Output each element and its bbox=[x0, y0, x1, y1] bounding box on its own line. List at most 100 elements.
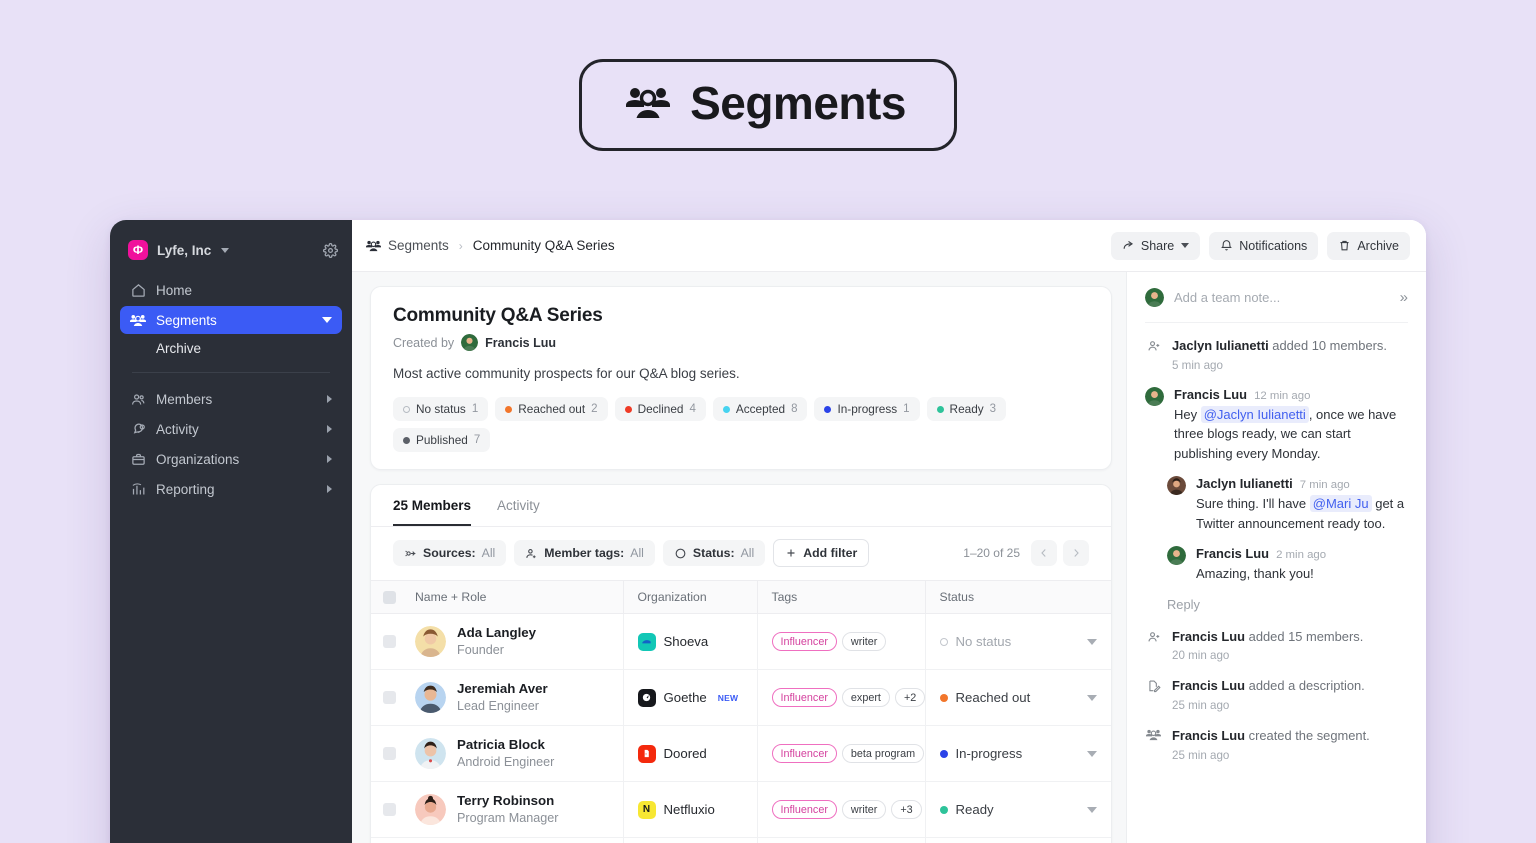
tag-influencer[interactable]: Influencer bbox=[771, 632, 837, 651]
member-cell: Jeremiah Aver Lead Engineer bbox=[401, 669, 624, 726]
tag[interactable]: writer bbox=[841, 800, 887, 819]
chevron-down-icon[interactable] bbox=[1087, 806, 1097, 813]
gear-icon[interactable] bbox=[323, 242, 338, 258]
status-cell[interactable]: Ready bbox=[925, 781, 1111, 838]
select-all-checkbox[interactable] bbox=[383, 590, 396, 604]
sidebar-item-label: Home bbox=[156, 282, 193, 298]
chevron-down-icon[interactable] bbox=[1087, 694, 1097, 701]
status-badge[interactable]: Accepted 8 bbox=[712, 397, 808, 421]
sidebar-divider bbox=[132, 372, 330, 373]
archive-button[interactable]: Archive bbox=[1327, 231, 1410, 260]
avatar bbox=[415, 794, 446, 825]
breadcrumb-root[interactable]: Segments bbox=[388, 238, 449, 253]
hero-banner: Segments bbox=[0, 0, 1536, 210]
segments-group-icon bbox=[366, 240, 381, 252]
activity-entry: Francis Luu added a description. 25 min … bbox=[1145, 677, 1408, 712]
row-checkbox[interactable] bbox=[383, 747, 396, 760]
status-cell[interactable]: Reached out bbox=[925, 669, 1111, 726]
notifications-button[interactable]: Notifications bbox=[1209, 231, 1319, 260]
row-checkbox[interactable] bbox=[383, 803, 396, 816]
mention-chip[interactable]: @Jaclyn Iulianetti bbox=[1200, 405, 1309, 423]
pagination-next-button[interactable] bbox=[1063, 540, 1089, 566]
sidebar-item-archive[interactable]: Archive bbox=[120, 336, 342, 362]
message-author: Jaclyn Iulianetti bbox=[1196, 476, 1293, 492]
body-split: Community Q&A Series Created by Francis … bbox=[352, 272, 1426, 843]
members-table-card: 25 Members Activity Sources: All Member … bbox=[370, 484, 1112, 843]
avatar bbox=[1145, 386, 1164, 406]
status-dot-icon bbox=[722, 405, 730, 413]
notifications-label: Notifications bbox=[1239, 238, 1308, 253]
sidebar-item-members[interactable]: Members bbox=[120, 385, 342, 413]
member-name: Ada Langley bbox=[457, 624, 537, 640]
tab-members[interactable]: 25 Members bbox=[393, 498, 472, 526]
sources-icon bbox=[404, 547, 417, 560]
tab-activity[interactable]: Activity bbox=[497, 498, 540, 526]
status-badge[interactable]: No status 1 bbox=[393, 397, 489, 421]
app-window: Ф Lyfe, Inc Home Segments Archive Member… bbox=[110, 220, 1426, 843]
sidebar-item-reporting[interactable]: Reporting bbox=[120, 475, 342, 503]
table-row[interactable]: Patricia Block Android Engineer Doored I… bbox=[371, 725, 1111, 782]
tag-influencer[interactable]: Influencer bbox=[771, 800, 837, 819]
chevron-left-icon bbox=[1041, 549, 1046, 557]
pagination-prev-button[interactable] bbox=[1031, 540, 1057, 566]
filter-status[interactable]: Status: All bbox=[662, 540, 766, 566]
table-row[interactable]: Jeremiah Aver Lead Engineer Goethe NEW I… bbox=[371, 669, 1111, 726]
share-button[interactable]: Share bbox=[1110, 231, 1201, 260]
status-cell[interactable]: No status bbox=[925, 613, 1111, 670]
tag-overflow[interactable]: +3 bbox=[891, 800, 922, 819]
table-row[interactable]: Harry Shane Director of Product bbox=[371, 837, 1111, 843]
activity-feed: Jaclyn Iulianetti added 10 members. 5 mi… bbox=[1145, 323, 1408, 762]
status-badge[interactable]: Ready 3 bbox=[926, 397, 1007, 421]
add-filter-button[interactable]: Add filter bbox=[773, 539, 870, 567]
breadcrumb: Segments › Community Q&A Series bbox=[366, 238, 615, 253]
tag-overflow[interactable]: +2 bbox=[894, 688, 926, 707]
status-badge[interactable]: Reached out 2 bbox=[495, 397, 608, 421]
filter-member-tags[interactable]: Member tags: All bbox=[514, 540, 655, 566]
table-row[interactable]: Terry Robinson Program Manager N Netflux… bbox=[371, 781, 1111, 838]
status-badge[interactable]: Declined 4 bbox=[614, 397, 706, 421]
status-label: Ready bbox=[955, 802, 994, 817]
organization-name: Shoeva bbox=[663, 634, 709, 649]
mention-chip[interactable]: @Mari Ju bbox=[1309, 495, 1372, 513]
status-badge[interactable]: Published 7 bbox=[393, 428, 491, 452]
reply-button[interactable]: Reply bbox=[1145, 597, 1408, 612]
column-header-tags: Tags bbox=[757, 580, 926, 614]
filter-sources[interactable]: Sources: All bbox=[393, 540, 507, 566]
tags-cell: Influencer expert +2 bbox=[757, 669, 926, 726]
add-note-row[interactable]: Add a team note... » bbox=[1145, 272, 1408, 323]
row-checkbox[interactable] bbox=[383, 691, 396, 704]
row-checkbox-cell bbox=[371, 837, 401, 843]
created-by-name: Francis Luu bbox=[485, 335, 556, 350]
tags-cell: Influencer writer bbox=[757, 613, 926, 670]
status-badge[interactable]: In-progress 1 bbox=[814, 397, 920, 421]
tag-influencer[interactable]: Influencer bbox=[771, 688, 837, 707]
row-checkbox[interactable] bbox=[383, 635, 396, 648]
org-switcher[interactable]: Ф Lyfe, Inc bbox=[110, 220, 352, 276]
tag[interactable]: writer bbox=[841, 632, 887, 651]
org-logo-icon: Ф bbox=[128, 240, 148, 260]
sidebar-item-activity[interactable]: Activity bbox=[120, 415, 342, 443]
chevron-down-icon bbox=[322, 317, 332, 323]
sidebar-item-label: Members bbox=[156, 391, 213, 407]
chevron-double-right-icon[interactable]: » bbox=[1400, 290, 1408, 305]
sidebar-item-home[interactable]: Home bbox=[120, 276, 342, 304]
org-logo-icon: N bbox=[637, 800, 656, 819]
chevron-down-icon[interactable] bbox=[1087, 638, 1097, 645]
avatar bbox=[415, 626, 446, 657]
breadcrumb-separator: › bbox=[458, 238, 463, 253]
status-count: 7 bbox=[473, 434, 481, 446]
row-checkbox-cell bbox=[371, 781, 401, 838]
status-cell[interactable]: Ready bbox=[925, 837, 1111, 843]
sidebar-item-organizations[interactable]: Organizations bbox=[120, 445, 342, 473]
chevron-down-icon[interactable] bbox=[1087, 750, 1097, 757]
tag[interactable]: beta program bbox=[841, 744, 925, 763]
sidebar-item-segments[interactable]: Segments bbox=[120, 306, 342, 334]
tag[interactable]: expert bbox=[841, 688, 890, 707]
chevron-down-icon bbox=[1181, 243, 1190, 248]
tag-influencer[interactable]: Influencer bbox=[771, 744, 837, 763]
status-cell[interactable]: In-progress bbox=[925, 725, 1111, 782]
add-note-input[interactable]: Add a team note... bbox=[1174, 290, 1390, 305]
table-row[interactable]: Ada Langley Founder Shoeva Influencer wr… bbox=[371, 613, 1111, 670]
status-dot-icon bbox=[939, 805, 948, 814]
status-dot-icon bbox=[403, 405, 410, 413]
